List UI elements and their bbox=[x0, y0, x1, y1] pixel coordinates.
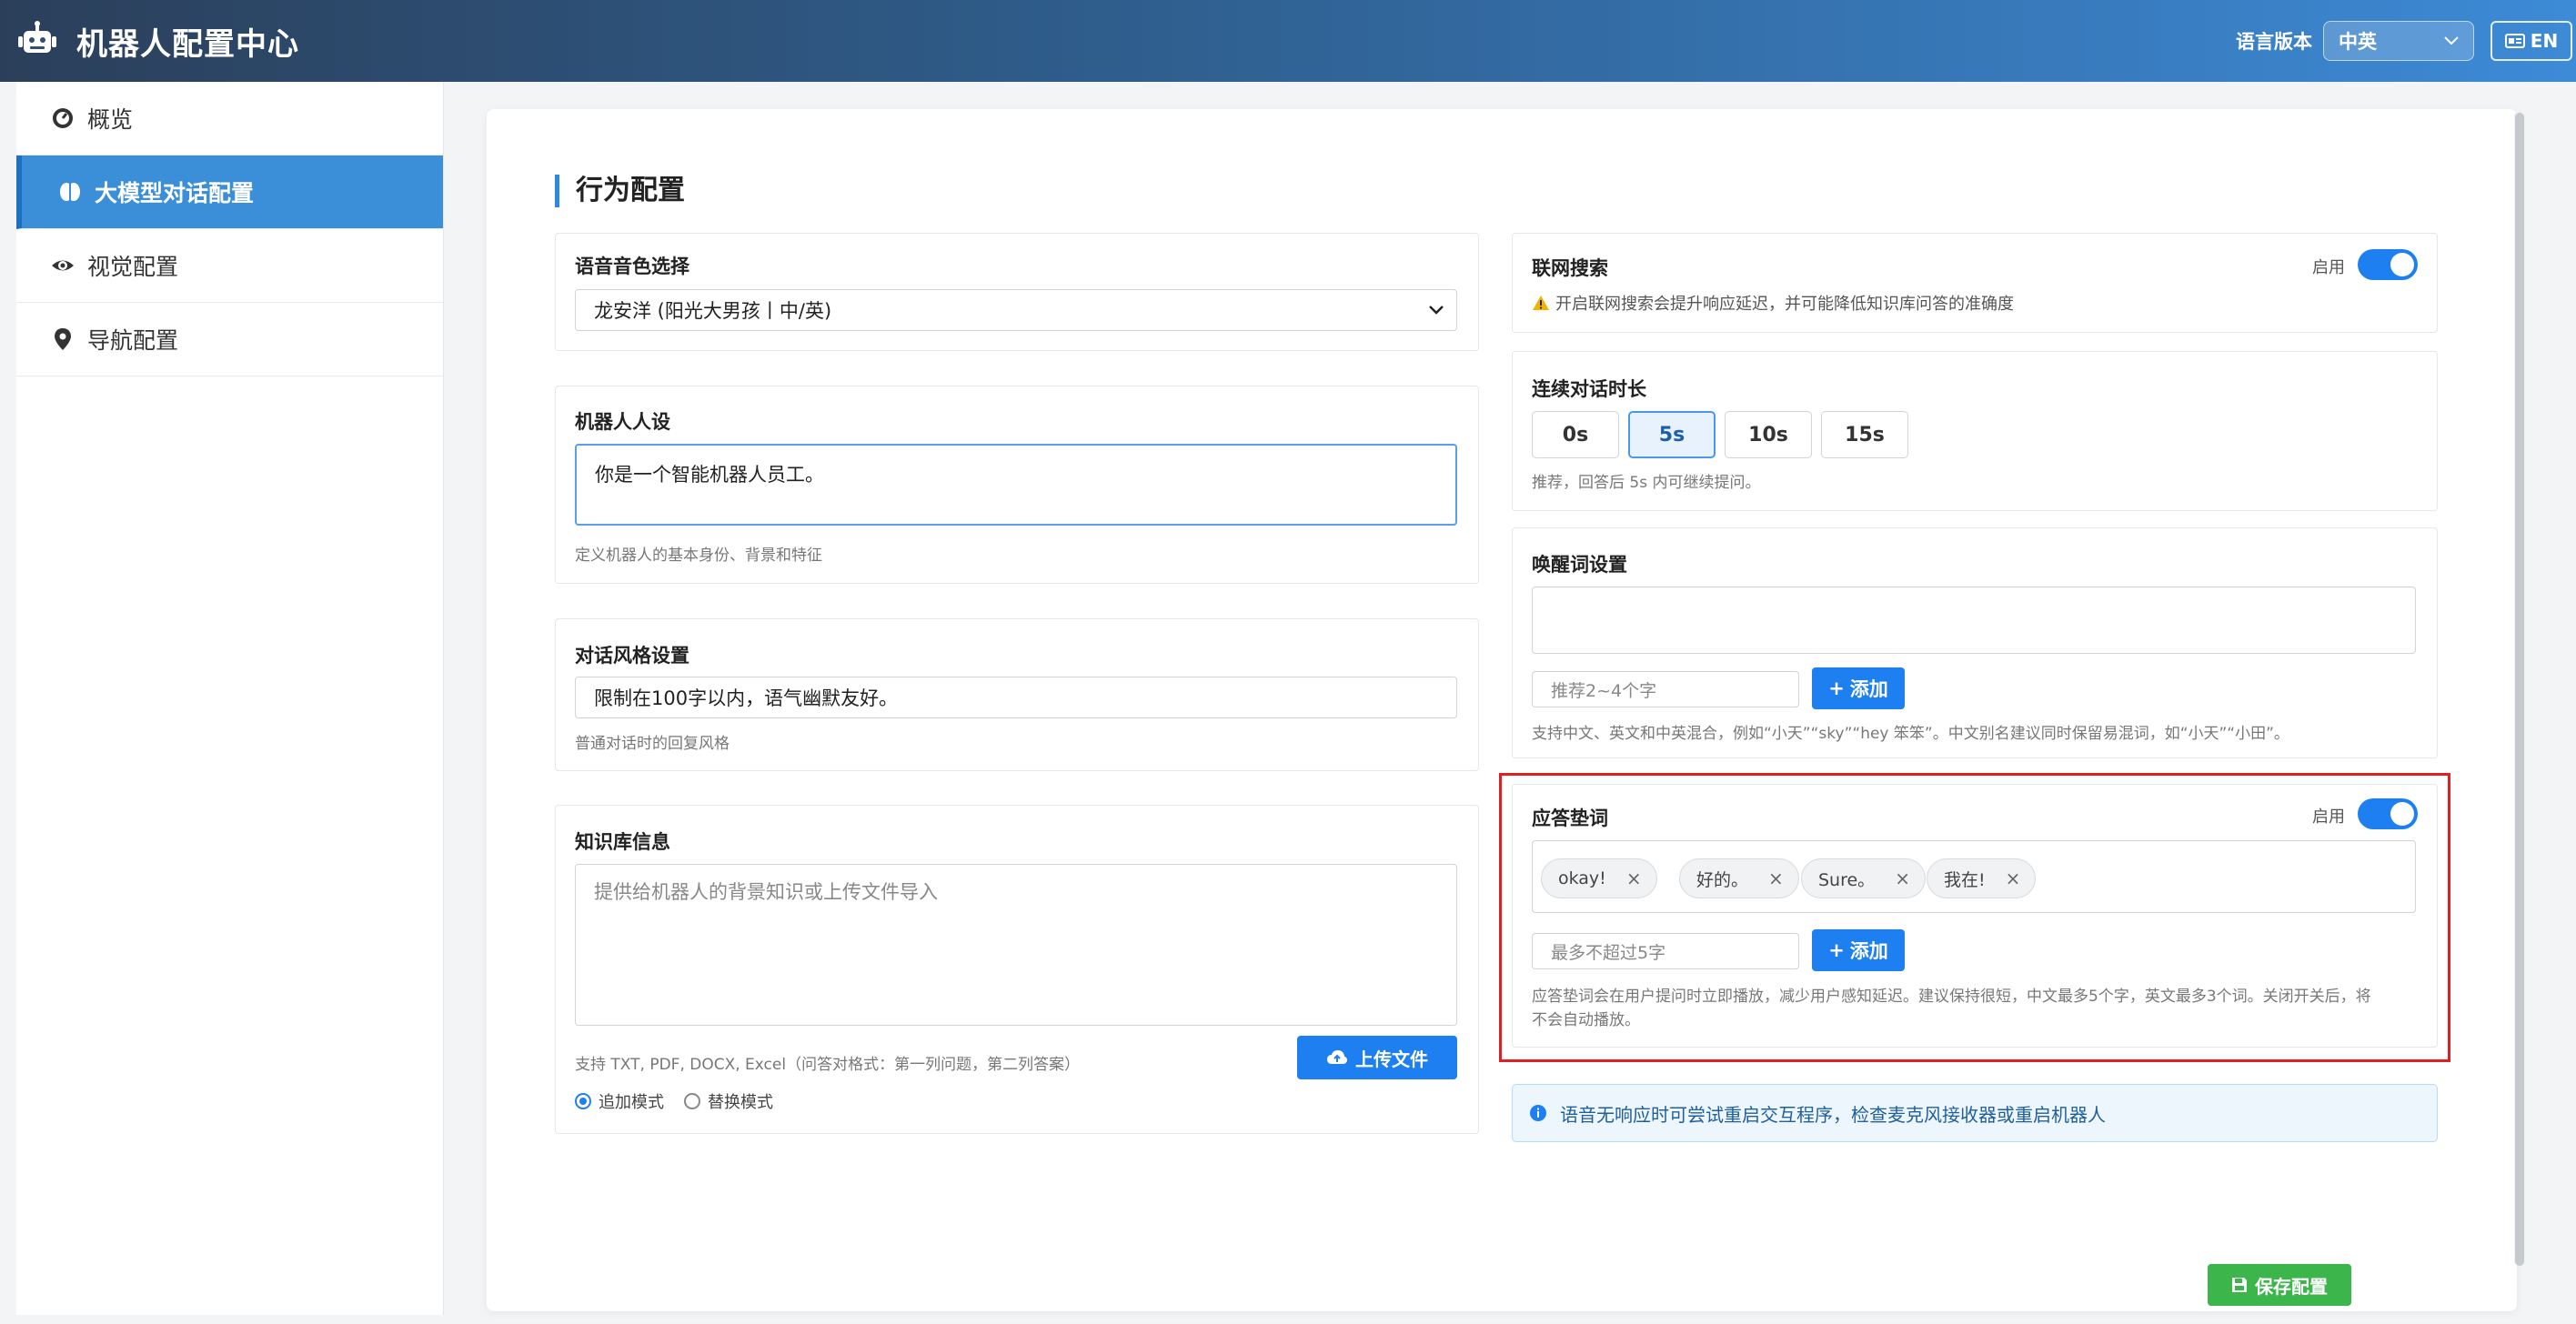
robot-icon bbox=[18, 21, 56, 53]
persona-hint: 定义机器人的基本身份、背景和特征 bbox=[575, 547, 822, 565]
wake-word-label: 唤醒词设置 bbox=[1532, 554, 1627, 576]
duration-option-0s[interactable]: 0s bbox=[1532, 411, 1619, 458]
upload-file-label: 上传文件 bbox=[1355, 1048, 1428, 1070]
wake-word-tag-area[interactable] bbox=[1532, 587, 2416, 654]
sidebar-item-vision[interactable]: 视觉配置 bbox=[16, 229, 443, 303]
voice-selected-value: 龙安洋 (阳光大男孩丨中/英) bbox=[594, 300, 832, 322]
language-toggle-button[interactable]: EN bbox=[2490, 21, 2572, 61]
sidebar-item-label: 导航配置 bbox=[87, 327, 179, 354]
knowledge-placeholder: 提供给机器人的背景知识或上传文件导入 bbox=[594, 881, 938, 903]
duration-hint: 推荐，回答后 5s 内可继续提问。 bbox=[1532, 474, 1761, 492]
scrollbar-thumb[interactable] bbox=[2515, 113, 2524, 1266]
web-search-warning-text: 开启联网搜索会提升响应延迟，并可能降低知识库问答的准确度 bbox=[1555, 295, 2014, 314]
wake-word-placeholder: 推荐2~4个字 bbox=[1551, 680, 1657, 701]
web-search-toggle[interactable] bbox=[2358, 249, 2418, 280]
section-title: 行为配置 bbox=[555, 175, 685, 207]
web-search-panel bbox=[1512, 233, 2438, 333]
duration-option-15s[interactable]: 15s bbox=[1821, 411, 1908, 458]
language-button-label: EN bbox=[2530, 30, 2559, 52]
info-icon bbox=[1530, 1105, 1546, 1121]
language-select[interactable]: 中英 bbox=[2323, 21, 2474, 61]
app-header: 机器人配置中心 语言版本 中英 EN bbox=[0, 0, 2576, 82]
radio-replace-mode[interactable]: 替换模式 bbox=[684, 1089, 773, 1113]
sidebar-item-overview[interactable]: 概览 bbox=[16, 82, 443, 155]
radio-replace-label: 替换模式 bbox=[708, 1093, 773, 1112]
radio-append-dot[interactable] bbox=[575, 1093, 591, 1109]
info-text: 语音无响应时可尝试重启交互程序，检查麦克风接收器或重启机器人 bbox=[1560, 1103, 2106, 1126]
style-value: 限制在100字以内，语气幽默友好。 bbox=[594, 687, 899, 709]
sidebar-item-label: 视觉配置 bbox=[87, 254, 179, 280]
wake-word-input[interactable]: 推荐2~4个字 bbox=[1532, 671, 1799, 707]
map-pin-icon bbox=[55, 328, 71, 350]
save-config-label: 保存配置 bbox=[2255, 1275, 2328, 1298]
sidebar-item-label: 大模型对话配置 bbox=[95, 180, 255, 206]
chevron-down-icon bbox=[2444, 36, 2459, 45]
plus-icon: + bbox=[1828, 677, 1845, 699]
persona-label: 机器人人设 bbox=[575, 411, 670, 433]
sidebar: 概览 大模型对话配置 视觉配置 导航配置 bbox=[16, 82, 444, 1315]
eye-icon bbox=[52, 260, 74, 271]
wake-word-add-label: 添加 bbox=[1849, 678, 1888, 700]
radio-replace-dot[interactable] bbox=[684, 1093, 700, 1109]
duration-option-10s[interactable]: 10s bbox=[1725, 411, 1812, 458]
cloud-upload-icon bbox=[1327, 1050, 1347, 1064]
dashboard-icon bbox=[53, 108, 73, 128]
web-search-label: 联网搜索 bbox=[1532, 257, 1608, 279]
save-config-button[interactable]: 保存配置 bbox=[2208, 1264, 2351, 1306]
upload-file-button[interactable]: 上传文件 bbox=[1297, 1036, 1457, 1079]
app-title: 机器人配置中心 bbox=[76, 25, 299, 63]
sidebar-item-navigation[interactable]: 导航配置 bbox=[16, 303, 443, 376]
voice-label: 语音音色选择 bbox=[575, 256, 689, 277]
knowledge-hint: 支持 TXT, PDF, DOCX, Excel（问答对格式：第一列问题，第二列… bbox=[575, 1056, 1081, 1074]
sidebar-item-label: 概览 bbox=[87, 106, 134, 133]
radio-append-label: 追加模式 bbox=[599, 1093, 664, 1112]
language-label: 语言版本 bbox=[2236, 31, 2312, 53]
sidebar-item-llm-config[interactable]: 大模型对话配置 bbox=[16, 155, 443, 229]
voice-select[interactable]: 龙安洋 (阳光大男孩丨中/英) bbox=[575, 289, 1457, 331]
warning-icon bbox=[1533, 296, 1549, 310]
web-search-toggle-label: 启用 bbox=[2312, 258, 2345, 277]
duration-label: 连续对话时长 bbox=[1532, 378, 1646, 400]
highlight-box bbox=[1499, 773, 2450, 1062]
id-card-icon bbox=[2504, 34, 2525, 48]
radio-append-mode[interactable]: 追加模式 bbox=[575, 1089, 664, 1113]
duration-option-5s[interactable]: 5s bbox=[1628, 411, 1716, 458]
wake-word-add-button[interactable]: + 添加 bbox=[1812, 667, 1905, 709]
wake-word-hint: 支持中文、英文和中英混合，例如“小天”“sky”“hey 笨笨”。中文别名建议同… bbox=[1532, 725, 2289, 743]
language-area: 语言版本 中英 EN bbox=[2236, 0, 2576, 82]
brain-icon bbox=[60, 183, 80, 201]
style-input[interactable]: 限制在100字以内，语气幽默友好。 bbox=[575, 677, 1457, 718]
knowledge-textarea[interactable]: 提供给机器人的背景知识或上传文件导入 bbox=[575, 864, 1457, 1026]
save-icon bbox=[2232, 1278, 2247, 1292]
chevron-down-icon bbox=[1429, 306, 1444, 315]
persona-value: 你是一个智能机器人员工。 bbox=[595, 464, 824, 486]
language-selected-value: 中英 bbox=[2339, 31, 2377, 53]
info-banner: 语音无响应时可尝试重启交互程序，检查麦克风接收器或重启机器人 bbox=[1512, 1084, 2438, 1142]
persona-textarea[interactable]: 你是一个智能机器人员工。 bbox=[575, 444, 1457, 526]
web-search-warning: 开启联网搜索会提升响应延迟，并可能降低知识库问答的准确度 bbox=[1532, 291, 2014, 315]
knowledge-label: 知识库信息 bbox=[575, 831, 670, 853]
style-label: 对话风格设置 bbox=[575, 645, 689, 667]
style-hint: 普通对话时的回复风格 bbox=[575, 735, 730, 753]
